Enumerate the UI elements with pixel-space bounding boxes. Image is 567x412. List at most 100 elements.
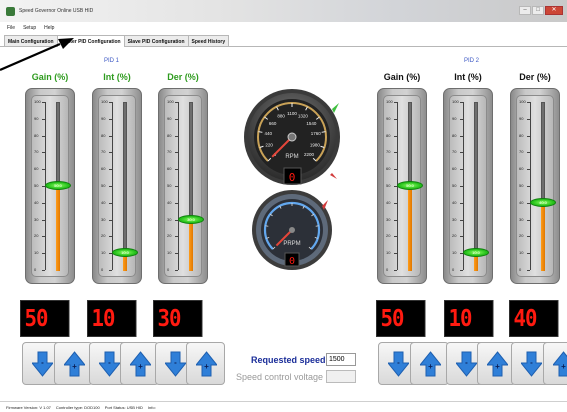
pid1-der-slider[interactable]: 100 90 80 70 60 50 40 30 20 10 0 30.0 — [158, 88, 208, 284]
scale-line — [463, 102, 464, 270]
pid2-gain-increase-button[interactable]: + — [410, 342, 449, 385]
scale-tick — [460, 169, 463, 171]
scale-label: 0 — [452, 267, 455, 272]
rpm-tick-label: 880 — [277, 114, 285, 119]
pid2-gain-display: 50 — [376, 300, 426, 337]
maximize-button[interactable]: □ — [532, 6, 544, 15]
pid2-der-label: Der (%) — [519, 72, 551, 82]
port-status: Port Status: USB HID — [104, 405, 143, 410]
slider-track-panel: 100 90 80 70 60 50 40 30 20 10 0 50.0 — [383, 95, 423, 277]
scale-label: 0 — [167, 267, 170, 272]
scale-tick — [42, 219, 45, 221]
scale-label: 60 — [386, 166, 391, 172]
scale-label: 30 — [34, 216, 39, 222]
rpm-digital-readout: 0 — [289, 171, 296, 184]
scale-label: 80 — [452, 132, 457, 138]
title-bar: Speed Governor Online USB HID – □ ✕ — [0, 0, 567, 22]
scale-tick — [42, 253, 45, 255]
app-icon — [6, 7, 15, 16]
scale-label: 60 — [519, 166, 524, 172]
scale-tick — [527, 169, 530, 171]
scale-tick — [394, 152, 397, 154]
scale-label: 30 — [519, 216, 524, 222]
scale-line — [178, 102, 179, 270]
rpm-tick-label: 2200 — [304, 152, 315, 157]
pid1-gain-slider[interactable]: 100 90 80 70 60 50 40 30 20 10 0 50.0 — [25, 88, 75, 284]
scale-tick — [527, 118, 530, 120]
scale-label: 70 — [519, 149, 524, 155]
scale-tick — [42, 236, 45, 238]
scale-label: 40 — [386, 199, 391, 205]
pid1-der-increase-button[interactable]: + — [186, 342, 225, 385]
scale-tick — [460, 186, 463, 187]
pid1-gain-increase-button[interactable]: + — [54, 342, 93, 385]
scale-label: 50 — [452, 183, 457, 188]
scale-label: 70 — [167, 149, 172, 155]
scale-tick — [175, 202, 178, 204]
scale-tick — [460, 152, 463, 154]
slider-track-panel: 100 90 80 70 60 50 40 30 20 10 0 10.0 — [449, 95, 489, 277]
scale-tick — [109, 270, 112, 271]
tab-slave-pid-configuration[interactable]: Slave PID Configuration — [123, 35, 189, 46]
pid1-int-slider[interactable]: 100 90 80 70 60 50 40 30 20 10 0 10.0 — [92, 88, 142, 284]
minimize-button[interactable]: – — [519, 6, 531, 15]
scale-label: 70 — [34, 149, 39, 155]
scale-tick — [175, 186, 178, 187]
pid1-der-display: 30 — [153, 300, 203, 337]
rpm-tick-label: 440 — [265, 131, 273, 136]
scale-tick — [42, 152, 45, 154]
scale-label: 30 — [167, 216, 172, 222]
rpm-tick-label: 1320 — [298, 114, 309, 119]
speed-control-voltage-label: Speed control voltage — [236, 372, 324, 382]
slider-thumb[interactable]: 40.0 — [530, 197, 556, 207]
scale-tick — [175, 169, 178, 171]
slider-track-panel: 100 90 80 70 60 50 40 30 20 10 0 10.0 — [98, 95, 138, 277]
scale-tick — [460, 270, 463, 271]
scale-label: 30 — [386, 216, 391, 222]
rpm-tick — [321, 131, 326, 133]
pid2-der-increase-button[interactable]: + — [543, 342, 567, 385]
requested-speed-input[interactable]: 1500 — [326, 353, 356, 366]
slider-thumb[interactable]: 10.0 — [112, 248, 138, 258]
scale-label: 60 — [34, 166, 39, 172]
pid2-int-slider[interactable]: 100 90 80 70 60 50 40 30 20 10 0 10.0 — [443, 88, 493, 284]
scale-tick — [42, 169, 45, 171]
pid1-int-label: Int (%) — [103, 72, 131, 82]
slider-fill — [408, 186, 412, 271]
slider-fill — [56, 186, 60, 271]
scale-tick — [175, 135, 178, 137]
scale-tick — [527, 270, 530, 271]
scale-tick — [527, 236, 530, 238]
scale-tick — [175, 270, 178, 271]
window-title: Speed Governor Online USB HID — [19, 8, 94, 14]
scale-tick — [394, 270, 397, 271]
slider-thumb[interactable]: 30.0 — [178, 214, 204, 224]
scale-label: 50 — [167, 183, 172, 188]
pid2-gain-slider[interactable]: 100 90 80 70 60 50 40 30 20 10 0 50.0 — [377, 88, 427, 284]
scale-tick — [394, 253, 397, 255]
scale-tick — [42, 202, 45, 204]
slider-thumb[interactable]: 50.0 — [397, 181, 423, 190]
scale-tick — [394, 219, 397, 221]
pid1-int-increase-button[interactable]: + — [120, 342, 159, 385]
tab-speed-history[interactable]: Speed History — [187, 35, 230, 46]
scale-label: 20 — [101, 233, 106, 239]
scale-tick — [42, 102, 45, 103]
scale-label: 90 — [34, 115, 39, 121]
close-button[interactable]: ✕ — [545, 6, 563, 15]
slider-track-panel: 100 90 80 70 60 50 40 30 20 10 0 30.0 — [164, 95, 204, 277]
scale-label: 40 — [34, 199, 39, 205]
pid2-int-display: 10 — [444, 300, 494, 337]
slider-thumb[interactable]: 50.0 — [45, 181, 71, 190]
scale-label: 20 — [452, 233, 457, 239]
scale-label: 90 — [519, 115, 524, 121]
pid1-gain-label: Gain (%) — [31, 72, 69, 82]
pid1-title: PID 1 — [104, 58, 120, 64]
scale-tick — [109, 102, 112, 103]
pid2-der-slider[interactable]: 100 90 80 70 60 50 40 30 20 10 0 40.0 — [510, 88, 560, 284]
slider-thumb[interactable]: 10.0 — [463, 248, 489, 258]
scale-tick — [394, 202, 397, 204]
scale-label: 50 — [386, 183, 391, 188]
scale-tick — [460, 135, 463, 137]
scale-label: 80 — [167, 132, 172, 138]
